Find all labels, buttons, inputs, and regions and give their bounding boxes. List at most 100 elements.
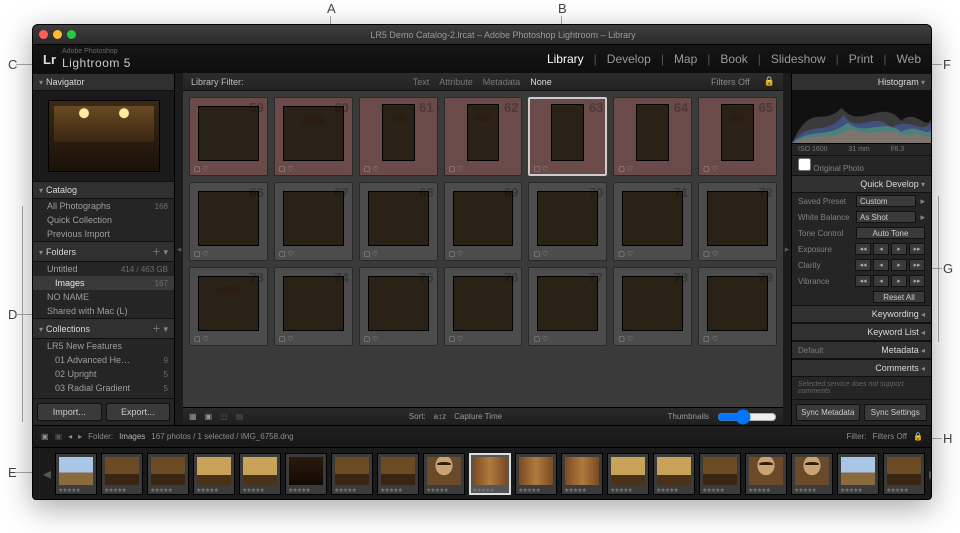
window-close-button[interactable] [39, 30, 48, 39]
grid-cell[interactable]: 75▢ ♡ [359, 267, 438, 346]
filmstrip-cell[interactable]: ★★★★★ [515, 453, 557, 495]
original-photo-checkbox[interactable] [798, 158, 811, 171]
qd-exposure-step[interactable]: ▸▸ [909, 243, 925, 255]
module-slideshow[interactable]: Slideshow [771, 52, 826, 66]
collections-item[interactable]: 01 Advanced He…9 [33, 353, 174, 367]
filmstrip-cell[interactable]: ★★★★★ [285, 453, 327, 495]
module-develop[interactable]: Develop [607, 52, 651, 66]
survey-view-icon[interactable]: ▤ [236, 412, 244, 421]
grid-cell[interactable]: 71▢ ♡ [613, 182, 692, 261]
grid-cell[interactable]: 74▢ ♡ [274, 267, 353, 346]
grid-cell[interactable]: 77▢ ♡ [528, 267, 607, 346]
collections-item[interactable]: 02 Upright5 [33, 367, 174, 381]
filmstrip-filter-value[interactable]: Filters Off [873, 432, 908, 441]
filter-lock-icon[interactable]: 🔒 [764, 76, 775, 87]
filmstrip-cell[interactable]: ★★★★★ [377, 453, 419, 495]
grid-cell[interactable]: 76▢ ♡ [444, 267, 523, 346]
filmstrip-cell[interactable]: ★★★★★ [469, 453, 511, 495]
navigator-header[interactable]: Navigator [33, 73, 174, 91]
grid-cell[interactable]: 61▢ ♡ [359, 97, 438, 176]
grid-cell[interactable]: 64▢ ♡ [613, 97, 692, 176]
histogram-header[interactable]: Histogram [792, 73, 931, 91]
filmstrip-cell[interactable]: ★★★★★ [239, 453, 281, 495]
export-button[interactable]: Export... [106, 403, 171, 421]
qd-clarity-step[interactable]: ▸ [891, 259, 907, 271]
go-back-icon[interactable]: ◂ [68, 432, 72, 441]
module-web[interactable]: Web [897, 52, 921, 66]
filmstrip-cell[interactable]: ★★★★★ [699, 453, 741, 495]
catalog-item[interactable]: Previous Import [33, 227, 174, 241]
catalog-header[interactable]: Catalog [33, 181, 174, 199]
folders-add-icon[interactable]: ＋ ▾ [152, 245, 168, 258]
histogram[interactable] [792, 91, 931, 144]
second-window-icon[interactable]: ▣ [41, 432, 49, 441]
filmstrip[interactable]: ◂ ★★★★★★★★★★★★★★★★★★★★★★★★★★★★★★★★★★★★★★… [33, 447, 931, 499]
filmstrip-cell[interactable]: ★★★★★ [883, 453, 925, 495]
filmstrip-cell[interactable]: ★★★★★ [423, 453, 465, 495]
filmstrip-cell[interactable]: ★★★★★ [331, 453, 373, 495]
filter-tab-none[interactable]: None [530, 77, 552, 87]
metadata-header[interactable]: DefaultMetadata [792, 341, 931, 359]
sync-settings-button[interactable]: Sync Settings [864, 404, 928, 421]
filter-tab-metadata[interactable]: Metadata [483, 77, 521, 87]
wb-menu[interactable]: As Shot [856, 211, 916, 223]
module-book[interactable]: Book [720, 52, 747, 66]
grid-cell[interactable]: 60▢ ♡ [274, 97, 353, 176]
disclosure-icon[interactable]: ▸ [920, 196, 925, 207]
filmstrip-cell[interactable]: ★★★★★ [101, 453, 143, 495]
catalog-item[interactable]: Quick Collection [33, 213, 174, 227]
keyword-list-header[interactable]: Keyword List [792, 323, 931, 341]
qd-vibrance-step[interactable]: ◂◂ [855, 275, 871, 287]
compare-view-icon[interactable]: ◫ [220, 412, 228, 421]
keywording-header[interactable]: Keywording [792, 305, 931, 323]
qd-vibrance-step[interactable]: ▸▸ [909, 275, 925, 287]
sync-metadata-button[interactable]: Sync Metadata [796, 404, 860, 421]
sort-value[interactable]: Capture Time [454, 412, 502, 421]
disclosure-icon[interactable]: ▸ [920, 212, 925, 223]
filmstrip-cell[interactable]: ★★★★★ [55, 453, 97, 495]
grid-cell[interactable]: 66▢ ♡ [189, 182, 268, 261]
left-panel-toggle[interactable]: ◂ [175, 73, 183, 425]
qd-exposure-step[interactable]: ◂◂ [855, 243, 871, 255]
second-window-icon-2[interactable]: ▣ [55, 432, 63, 441]
filmstrip-cell[interactable]: ★★★★★ [653, 453, 695, 495]
qd-vibrance-step[interactable]: ◂ [873, 275, 889, 287]
sort-direction-icon[interactable]: a↕z [434, 412, 446, 421]
catalog-item[interactable]: All Photographs168 [33, 199, 174, 213]
folders-header[interactable]: Folders ＋ ▾ [33, 241, 174, 262]
filmstrip-right-icon[interactable]: ▸ [929, 464, 931, 484]
grid-view-icon[interactable]: ▦ [189, 412, 197, 421]
module-library[interactable]: Library [547, 52, 584, 66]
filter-tab-attribute[interactable]: Attribute [439, 77, 473, 87]
window-minimize-button[interactable] [53, 30, 62, 39]
grid-cell[interactable]: 68▢ ♡ [359, 182, 438, 261]
preset-menu[interactable]: Custom [856, 195, 916, 207]
module-map[interactable]: Map [674, 52, 697, 66]
collections-header[interactable]: Collections ＋ ▾ [33, 318, 174, 339]
filmstrip-left-icon[interactable]: ◂ [43, 464, 51, 484]
grid-cell[interactable]: 69▢ ♡ [444, 182, 523, 261]
comments-header[interactable]: Comments [792, 359, 931, 377]
module-print[interactable]: Print [849, 52, 874, 66]
filter-preset[interactable]: Filters Off [711, 77, 750, 87]
filmstrip-cell[interactable]: ★★★★★ [607, 453, 649, 495]
qd-exposure-step[interactable]: ◂ [873, 243, 889, 255]
qd-clarity-step[interactable]: ◂◂ [855, 259, 871, 271]
reset-all-button[interactable]: Reset All [873, 291, 925, 303]
filmstrip-cell[interactable]: ★★★★★ [147, 453, 189, 495]
thumb-size-slider[interactable] [717, 409, 777, 425]
folders-item[interactable]: NO NAME [33, 290, 174, 304]
collections-add-icon[interactable]: ＋ ▾ [152, 322, 168, 335]
filmstrip-cell[interactable]: ★★★★★ [561, 453, 603, 495]
grid-cell[interactable]: 67▢ ♡ [274, 182, 353, 261]
grid-cell[interactable]: 72▢ ♡ [698, 182, 777, 261]
grid-cell[interactable]: 78▢ ♡ [613, 267, 692, 346]
grid-cell[interactable]: 62▢ ♡ [444, 97, 523, 176]
auto-tone-button[interactable]: Auto Tone [856, 227, 925, 239]
collections-item[interactable]: LR5 New Features [33, 339, 174, 353]
filmstrip-cell[interactable]: ★★★★★ [193, 453, 235, 495]
window-zoom-button[interactable] [67, 30, 76, 39]
filmstrip-cell[interactable]: ★★★★★ [791, 453, 833, 495]
grid-cell[interactable]: 59▢ ♡ [189, 97, 268, 176]
folders-item[interactable]: Untitled414 / 463 GB [33, 262, 174, 276]
